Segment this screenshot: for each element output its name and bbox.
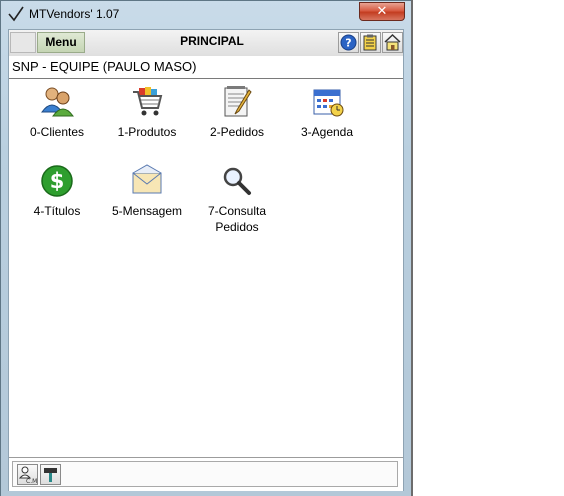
checkmark-icon	[8, 6, 24, 22]
title-bar[interactable]: MTVendors' 1.07 ✕	[1, 1, 412, 28]
bottom-toolbar: C.M	[9, 457, 403, 491]
close-icon: ✕	[376, 4, 388, 19]
home-button[interactable]	[382, 32, 403, 53]
notepad-icon	[224, 86, 252, 117]
module-label: 0-Clientes	[29, 125, 85, 139]
window-edge	[411, 0, 413, 496]
calendar-icon	[313, 89, 344, 117]
notes-button[interactable]	[360, 32, 381, 53]
dollar-icon: $	[41, 165, 73, 197]
svg-text:C.M: C.M	[26, 478, 37, 484]
notes-icon	[363, 34, 377, 51]
module-label: 5-Mensagem	[111, 204, 183, 218]
module-pedidos[interactable]: 2-Pedidos	[192, 84, 282, 140]
tools-button[interactable]	[40, 464, 61, 485]
module-label: 4-Títulos	[33, 204, 81, 218]
team-bar: SNP - EQUIPE (PAULO MASO)	[9, 56, 403, 79]
window-title: MTVendors' 1.07	[29, 7, 120, 21]
module-label: 2-Pedidos	[209, 125, 265, 139]
bottom-toolbar-inner: C.M	[12, 461, 398, 487]
module-mensagem[interactable]: 5-Mensagem	[102, 163, 192, 219]
module-agenda[interactable]: 3-Agenda	[282, 84, 372, 140]
team-label: SNP - EQUIPE (PAULO MASO)	[12, 59, 197, 74]
menu-button[interactable]: Menu	[37, 32, 85, 53]
blank-button[interactable]	[10, 32, 36, 53]
user-config-button[interactable]: C.M	[17, 464, 38, 485]
page-title: PRINCIPAL	[180, 34, 244, 48]
module-produtos[interactable]: 1-Produtos	[102, 84, 192, 140]
envelope-icon	[132, 164, 162, 194]
user-config-icon: C.M	[18, 466, 37, 485]
home-icon	[384, 33, 401, 51]
magnifier-icon	[223, 167, 251, 195]
help-icon: ?	[340, 34, 357, 51]
module-consulta-pedidos[interactable]: 7-Consulta Pedidos	[192, 163, 282, 235]
module-label: 7-Consulta Pedidos	[207, 204, 267, 234]
svg-text:$: $	[50, 169, 65, 193]
module-clientes[interactable]: 0-Clientes	[12, 84, 102, 140]
module-label: 1-Produtos	[117, 125, 177, 139]
svg-text:?: ?	[345, 37, 351, 50]
shopping-cart-icon	[133, 87, 163, 116]
client-area: Menu PRINCIPAL ? SNP - EQUIPE (PAULO MAS…	[8, 29, 404, 491]
close-button[interactable]: ✕	[359, 2, 405, 21]
clients-icon	[41, 87, 74, 117]
module-titulos[interactable]: $ 4-Títulos	[12, 163, 102, 219]
tools-icon	[44, 468, 57, 482]
top-toolbar: Menu PRINCIPAL ?	[9, 30, 403, 57]
help-button[interactable]: ?	[338, 32, 359, 53]
app-window: MTVendors' 1.07 ✕ Menu PRINCIPAL ? SNP -…	[0, 0, 413, 496]
module-label: 3-Agenda	[300, 125, 354, 139]
